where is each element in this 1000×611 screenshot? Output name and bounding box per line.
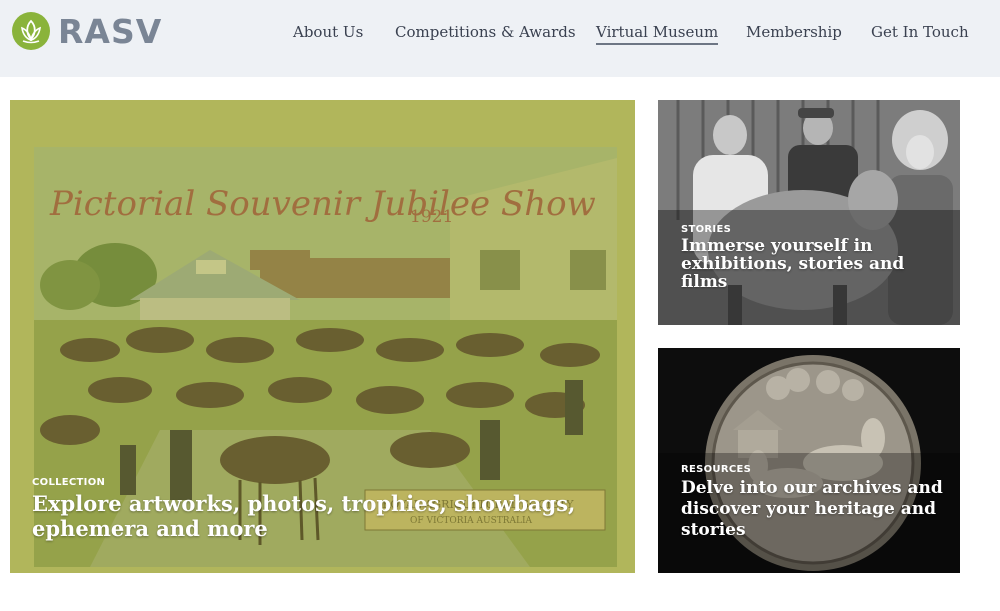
nav-item-get-in-touch[interactable]: Get In Touch <box>871 22 969 42</box>
main-nav: About Us Competitions & Awards Virtual M… <box>0 22 1000 46</box>
nav-item-membership[interactable]: Membership <box>746 22 842 42</box>
resources-card-title: Delve into our archives and discover you… <box>681 478 943 540</box>
collection-card-title: Explore artworks, photos, trophies, show… <box>32 491 576 541</box>
site-header: RASV About Us Competitions & Awards Virt… <box>0 0 1000 77</box>
resources-category-label: RESOURCES <box>681 464 752 475</box>
collection-category-label: COLLECTION <box>32 477 106 488</box>
nav-item-about-us[interactable]: About Us <box>293 22 363 42</box>
stories-card-title: Immerse yourself in exhibitions, stories… <box>681 236 905 292</box>
stories-card[interactable]: STORIES Immerse yourself in exhibitions,… <box>658 100 960 325</box>
resources-card[interactable]: RESOURCES Delve into our archives and di… <box>658 348 960 573</box>
collection-card-text: COLLECTION Explore artworks, photos, tro… <box>32 477 592 541</box>
nav-item-competitions-awards[interactable]: Competitions & Awards <box>395 22 576 42</box>
resources-card-text: RESOURCES Delve into our archives and di… <box>681 464 951 541</box>
nav-item-virtual-museum[interactable]: Virtual Museum <box>596 22 719 45</box>
collection-card[interactable]: Pictorial Souvenir Jubilee Show 1921 ROY… <box>10 100 635 573</box>
stories-card-text: STORIES Immerse yourself in exhibitions,… <box>681 224 941 291</box>
stories-category-label: STORIES <box>681 224 732 235</box>
